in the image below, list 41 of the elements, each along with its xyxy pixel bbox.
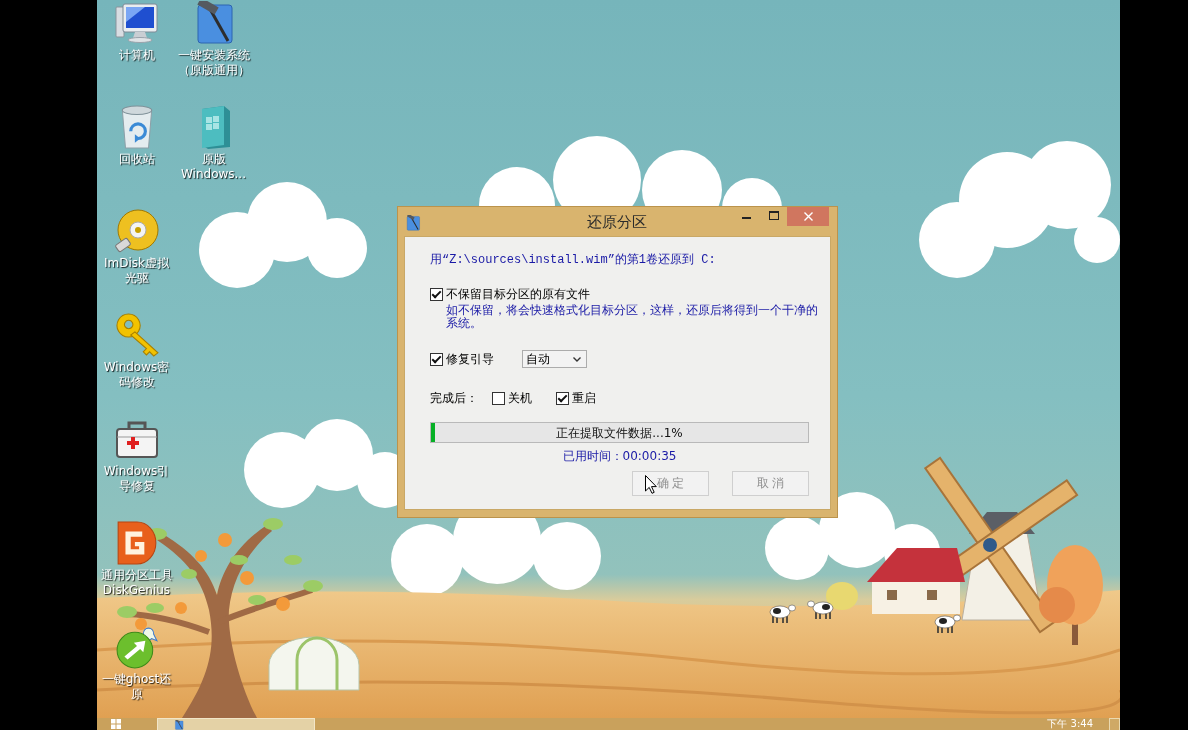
disc-icon[interactable] (114, 209, 159, 253)
shortcut-label[interactable]: 一键ghost还原 (99, 672, 174, 702)
d-shaped-tile-icon[interactable] (114, 521, 159, 565)
boot-mode-dropdown[interactable]: 自动 (522, 350, 587, 368)
mouse-pointer-icon (645, 475, 657, 494)
cow (807, 600, 834, 620)
progress-text: 正在提取文件数据...1% (556, 425, 683, 440)
shortcut-label[interactable]: Windows引导修复 (99, 464, 174, 494)
haystack (826, 582, 858, 610)
hammer-tile-icon (174, 720, 184, 730)
minimize-icon (742, 217, 751, 219)
checkbox[interactable] (430, 352, 443, 366)
source-info-text: 用“Z:\sources\install.wim”的第1卷还原到 C: (430, 253, 716, 267)
cow (769, 604, 796, 624)
hammer-tile-icon (405, 214, 421, 231)
checkbox-label[interactable]: 重启 (572, 390, 596, 406)
shortcut-label[interactable]: 回收站 (99, 152, 174, 167)
elapsed-time-text: 已用时间：00:00:35 (562, 449, 677, 463)
shortcut-label[interactable]: ImDisk虚拟光驱 (99, 256, 174, 286)
monitor-icon[interactable] (114, 1, 159, 45)
checkbox-label[interactable]: 不保留目标分区的原有文件 (446, 286, 590, 302)
shortcut-label[interactable]: Windows密码修改 (99, 360, 174, 390)
shortcut-label[interactable]: 原版Windows... (176, 152, 251, 182)
after-completion-label: 完成后： (430, 390, 478, 406)
maximize-icon (768, 211, 779, 220)
checkbox-label[interactable]: 修复引导 (446, 351, 494, 367)
cow (934, 614, 961, 634)
caret-icon (573, 356, 581, 362)
checkbox[interactable] (430, 287, 443, 301)
clock-text: 下午 3:44 (1047, 718, 1093, 730)
shortcut-label[interactable]: 通用分区工具DiskGenius (99, 568, 174, 598)
dialog-title: 还原分区 (587, 213, 647, 232)
option-description: 如不保留，将会快速格式化目标分区，这样，还原后将得到一个干净的系统。 (446, 304, 818, 330)
shortcut-label[interactable]: 一键安装系统（原版通用） (176, 48, 251, 78)
arrow-circle-icon[interactable] (114, 625, 159, 669)
shortcut-label[interactable]: 计算机 (99, 48, 174, 63)
close-icon (803, 212, 813, 221)
checkbox[interactable] (556, 391, 569, 405)
checkbox-label[interactable]: 关机 (508, 390, 532, 406)
checkbox[interactable] (492, 391, 505, 405)
taskbar-button[interactable] (157, 718, 315, 730)
